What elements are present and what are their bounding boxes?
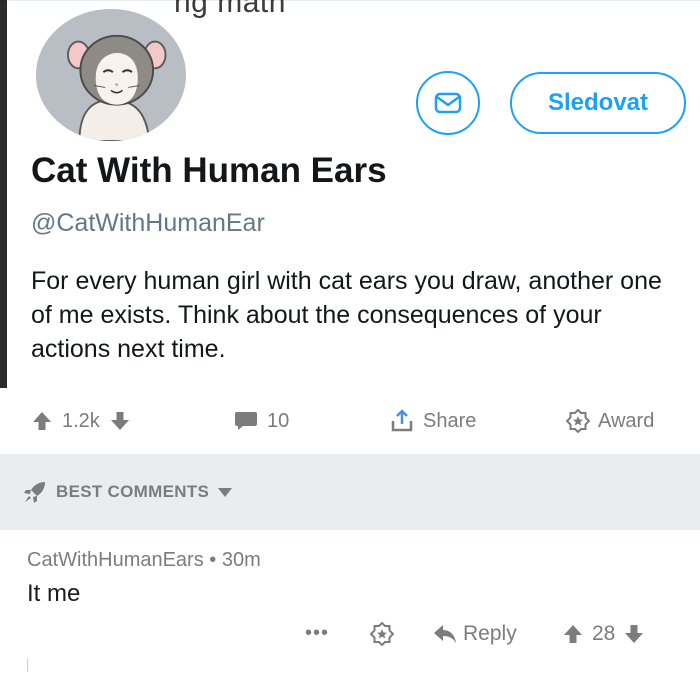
arrow-down-icon[interactable] xyxy=(623,623,645,645)
speech-bubble-icon xyxy=(235,412,257,430)
comment-award-button[interactable] xyxy=(369,621,395,652)
award-label: Award xyxy=(598,409,655,432)
comments-button[interactable]: 10 xyxy=(234,388,289,454)
partial-header-text: ng math xyxy=(174,0,286,19)
award-button[interactable]: Award xyxy=(566,388,654,454)
comment-age: 30m xyxy=(221,549,261,571)
star-badge-icon xyxy=(566,409,590,433)
comment: CatWithHumanEars • 30m It me ••• Reply 2… xyxy=(0,530,700,675)
comment-score: 28 xyxy=(592,622,616,645)
user-handle[interactable]: @CatWithHumanEar xyxy=(31,209,265,238)
cat-avatar-icon xyxy=(36,9,186,141)
arrow-up-icon[interactable] xyxy=(31,410,53,432)
tweet-screenshot: ng math Sledovat Cat With Human Ears @Ca… xyxy=(0,0,700,388)
image-border xyxy=(0,0,7,388)
star-badge-icon xyxy=(369,621,395,647)
vote-count: 1.2k xyxy=(62,409,100,432)
vote-controls: 1.2k xyxy=(31,388,131,454)
tweet-bio: For every human girl with cat ears you d… xyxy=(31,267,662,363)
follow-button[interactable]: Sledovat xyxy=(510,72,686,134)
comment-count: 10 xyxy=(267,409,290,432)
meta-separator: • xyxy=(209,549,217,571)
more-options-button[interactable]: ••• xyxy=(305,622,329,645)
sort-label: BEST COMMENTS xyxy=(56,482,210,501)
comment-vote-controls: 28 xyxy=(562,622,645,646)
share-button[interactable]: Share xyxy=(389,388,476,454)
share-upload-icon xyxy=(391,409,413,432)
reply-button[interactable]: Reply xyxy=(433,622,517,646)
post-action-bar: 1.2k 10 Share Award xyxy=(0,388,700,454)
comment-author[interactable]: CatWithHumanEars xyxy=(27,549,204,571)
divider xyxy=(7,0,700,1)
arrow-down-icon[interactable] xyxy=(109,410,131,432)
display-name: Cat With Human Ears xyxy=(31,151,387,190)
chevron-down-icon xyxy=(218,488,233,497)
rocket-icon xyxy=(24,482,45,503)
comment-sort-dropdown[interactable]: BEST COMMENTS xyxy=(0,454,700,530)
envelope-icon xyxy=(434,92,462,114)
thread-line xyxy=(27,658,28,672)
share-label: Share xyxy=(423,409,477,432)
message-button[interactable] xyxy=(416,71,480,135)
avatar xyxy=(33,6,189,144)
comment-meta: CatWithHumanEars • 30m xyxy=(27,549,261,572)
reply-label: Reply xyxy=(463,622,517,645)
comment-action-bar: ••• Reply 28 xyxy=(0,612,700,656)
arrow-up-icon[interactable] xyxy=(562,623,584,645)
reply-arrow-icon xyxy=(434,625,456,643)
comment-body: It me xyxy=(27,580,81,607)
